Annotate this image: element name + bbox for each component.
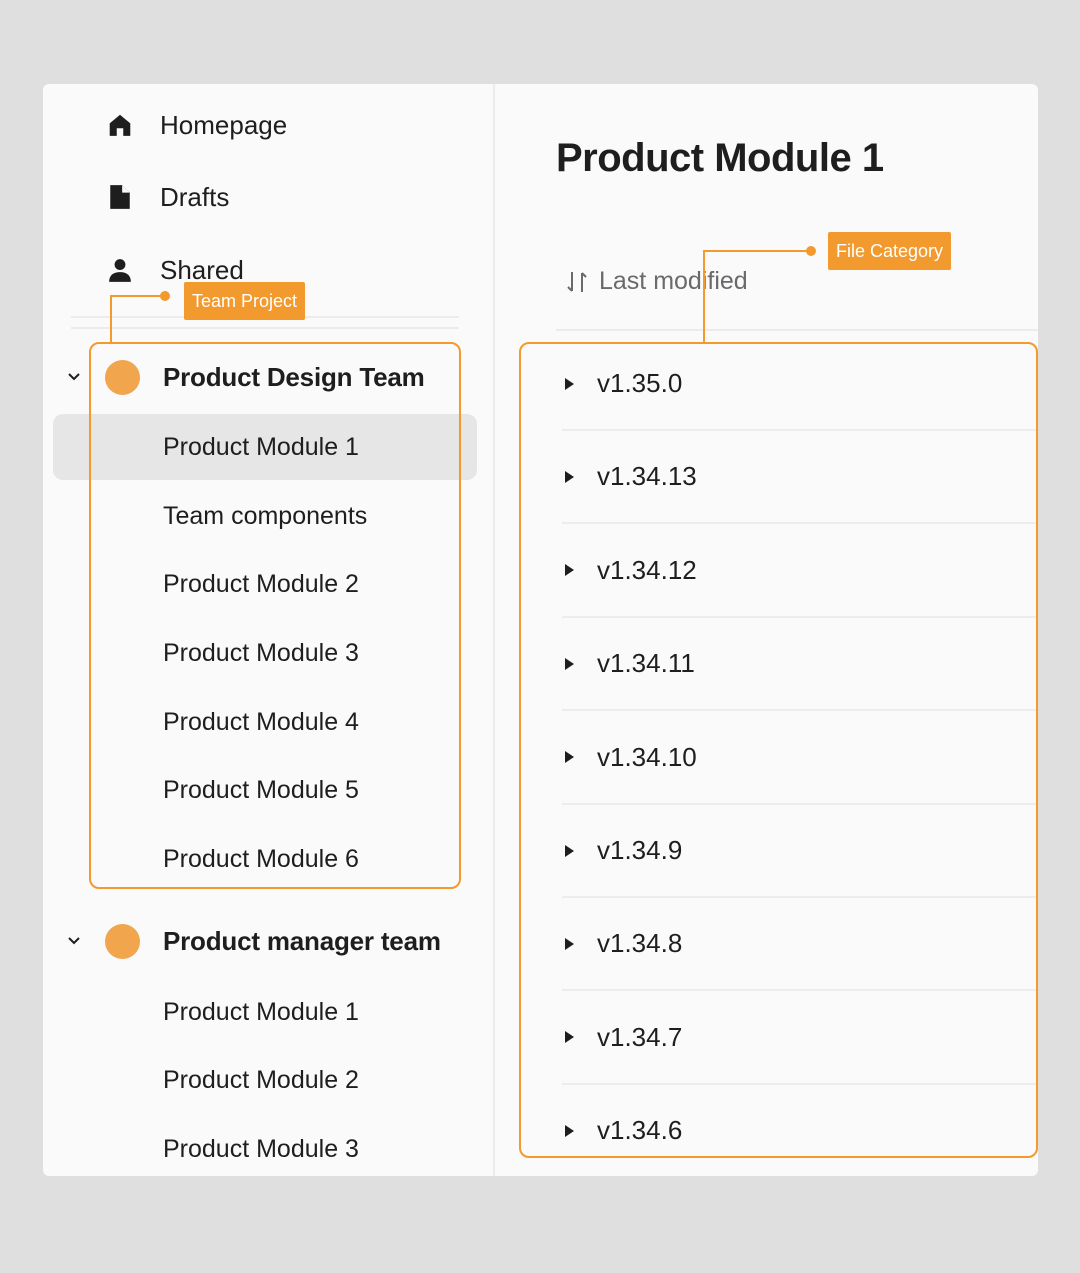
- nav-item-label: Shared: [160, 254, 244, 285]
- nav-item-label: Drafts: [160, 181, 230, 212]
- version-row[interactable]: v1.34.10: [563, 711, 1038, 804]
- app-window: Homepage Drafts Shared Product Design Te…: [43, 84, 1038, 1176]
- person-icon: [105, 255, 135, 285]
- team-avatar: [105, 923, 140, 959]
- team-name: Product manager team: [163, 925, 441, 956]
- version-label: v1.34.8: [597, 928, 683, 959]
- version-label: v1.34.6: [597, 1115, 683, 1146]
- nav-item-homepage[interactable]: Homepage: [105, 105, 287, 145]
- annotation-connector: [703, 250, 808, 252]
- version-row[interactable]: v1.34.7: [563, 991, 1038, 1084]
- caret-right-icon[interactable]: [563, 750, 585, 764]
- project-item[interactable]: Product Module 3: [53, 1116, 477, 1176]
- version-row[interactable]: v1.34.13: [563, 430, 1038, 523]
- caret-right-icon[interactable]: [563, 470, 585, 484]
- version-label: v1.34.9: [597, 835, 683, 865]
- sidebar: Homepage Drafts Shared Product Design Te…: [43, 84, 495, 1176]
- version-row[interactable]: v1.35.0: [563, 337, 1038, 430]
- caret-right-icon[interactable]: [563, 1124, 585, 1138]
- annotation-dot: [806, 246, 816, 256]
- home-icon: [105, 110, 135, 140]
- team-project-tag: Team Project: [184, 282, 306, 320]
- caret-right-icon[interactable]: [563, 937, 585, 951]
- caret-right-icon[interactable]: [563, 377, 585, 391]
- sort-label: Last modified: [599, 267, 748, 295]
- caret-right-icon[interactable]: [563, 1030, 585, 1044]
- team-product-design[interactable]: Product Design Team: [63, 355, 425, 399]
- project-item[interactable]: Team components: [53, 483, 477, 549]
- version-label: v1.34.13: [597, 461, 697, 492]
- caret-right-icon[interactable]: [563, 844, 585, 858]
- version-row[interactable]: v1.34.8: [563, 897, 1038, 990]
- project-item[interactable]: Product Module 1: [53, 414, 477, 480]
- project-item[interactable]: Product Module 5: [53, 757, 477, 823]
- version-row[interactable]: v1.34.9: [563, 804, 1038, 897]
- project-item[interactable]: Product Module 2: [53, 551, 477, 617]
- annotation-connector: [703, 251, 705, 343]
- file-icon: [105, 182, 135, 212]
- team-product-manager[interactable]: Product manager team: [63, 919, 441, 963]
- sort-divider: [556, 329, 1038, 331]
- team-avatar: [105, 359, 140, 395]
- project-item[interactable]: Product Module 6: [53, 826, 477, 892]
- annotation-connector: [110, 295, 162, 297]
- version-row[interactable]: v1.34.6: [563, 1084, 1038, 1176]
- file-category-tag: File Category: [828, 232, 952, 270]
- caret-right-icon[interactable]: [563, 563, 585, 577]
- version-label: v1.34.10: [597, 741, 697, 772]
- project-item[interactable]: Product Module 4: [53, 689, 477, 755]
- sidebar-divider: [71, 327, 459, 329]
- version-row[interactable]: v1.34.11: [563, 617, 1038, 710]
- version-label: v1.35.0: [597, 368, 683, 398]
- version-label: v1.34.11: [597, 648, 695, 679]
- main-content: Product Module 1 Last modified v1.35.0 v1…: [495, 84, 1038, 1176]
- annotation-connector: [110, 296, 112, 343]
- version-label: v1.34.12: [597, 554, 697, 585]
- nav-item-drafts[interactable]: Drafts: [105, 177, 229, 217]
- nav-item-label: Homepage: [160, 109, 288, 140]
- page-title: Product Module 1: [556, 136, 884, 180]
- version-label: v1.34.7: [597, 1021, 683, 1052]
- chevron-down-icon[interactable]: [63, 372, 85, 382]
- caret-right-icon[interactable]: [563, 657, 585, 671]
- version-row[interactable]: v1.34.12: [563, 524, 1038, 617]
- sort-icon: [565, 269, 589, 295]
- project-item[interactable]: Product Module 1: [53, 979, 477, 1045]
- sort-button[interactable]: Last modified: [565, 267, 748, 296]
- chevron-down-icon[interactable]: [63, 936, 85, 946]
- team-name: Product Design Team: [163, 361, 425, 392]
- project-item[interactable]: Product Module 2: [53, 1047, 477, 1113]
- project-item[interactable]: Product Module 3: [53, 620, 477, 686]
- annotation-dot: [160, 291, 170, 301]
